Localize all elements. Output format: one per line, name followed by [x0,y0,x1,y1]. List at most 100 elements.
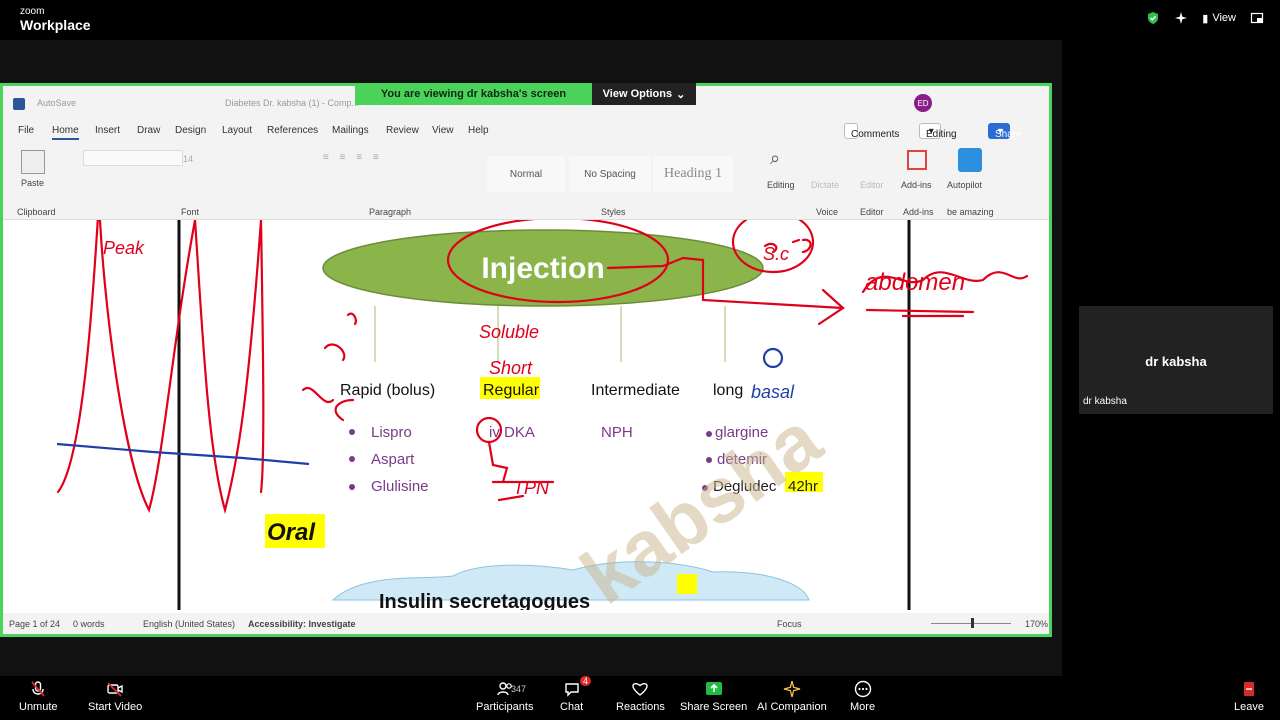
group-editor: Editor [860,207,884,217]
share-screen-icon [705,682,722,695]
word-icon [13,98,25,110]
menu-help[interactable]: Help [468,125,489,136]
unmute-button[interactable]: Unmute [19,680,58,713]
menu-view[interactable]: View [432,125,454,136]
chat-button[interactable]: Chat [560,680,583,713]
rapid-lispro: Lispro [371,424,412,441]
shield-icon[interactable] [1146,11,1160,25]
dictate-label[interactable]: Dictate [811,180,839,190]
word-ribbon: Paste 14 ≡ ≡ ≡ ≡ Normal No Spacing Headi… [3,142,1049,220]
accessibility[interactable]: Accessibility: Investigate [248,619,356,629]
menu-mailings[interactable]: Mailings [332,125,369,136]
zoom-logo: zoom Workplace [20,6,91,33]
menu-references[interactable]: References [267,125,318,136]
annotation-tpn: TPN [513,478,550,498]
brand-big: Workplace [20,17,91,33]
group-voice: Voice [816,207,839,217]
editing-mode-button[interactable]: Editing ▾ [919,123,957,140]
view-options-button[interactable]: View Options ⌄ [592,83,696,105]
font-size-box[interactable]: 14 [183,154,193,164]
page-count[interactable]: Page 1 of 24 [9,619,60,629]
menu-draw[interactable]: Draw [137,125,160,136]
leave-label: Leave [1234,701,1264,713]
group-addins: Add-ins [903,207,934,217]
reactions-label: Reactions [616,701,665,713]
annotation-peak: Peak [103,238,145,258]
font-name-box[interactable] [83,150,183,166]
intermediate-nph: NPH [601,424,633,441]
chat-label: Chat [560,701,584,713]
group-clipboard: Clipboard [17,207,56,217]
style-normal[interactable]: Normal [487,156,565,192]
word-count[interactable]: 0 words [73,619,105,629]
paste-label[interactable]: Paste [21,178,44,188]
language[interactable]: English (United States) [143,619,235,629]
share-label: Share [995,129,1022,140]
video-off-icon [107,682,123,697]
share-button[interactable]: Share ▾ [988,123,1022,140]
document-canvas[interactable]: Injection Rapid (bolus) Regular Intermed… [3,220,1049,610]
share-screen-label: Share Screen [680,701,748,713]
autosave-toggle[interactable]: AutoSave [37,98,76,108]
editing-label[interactable]: Editing [767,180,795,190]
leave-button[interactable]: Leave [1234,680,1264,713]
editor-label[interactable]: Editor [860,180,884,190]
shared-screen[interactable]: AutoSave Diabetes Dr. kabsha (1) - Comp.… [0,83,1052,637]
annotation-abdomen: abdomen [865,269,965,296]
start-video-button[interactable]: Start Video [88,680,142,713]
reactions-button[interactable]: Reactions [616,680,665,713]
style-no-spacing[interactable]: No Spacing [569,156,651,192]
menu-layout[interactable]: Layout [222,125,252,136]
addins-icon[interactable] [907,150,927,170]
annotation-sc: S.c [763,244,789,264]
menu-design[interactable]: Design [175,125,206,136]
category-rapid: Rapid (bolus) [340,382,435,399]
paragraph-icons[interactable]: ≡ ≡ ≡ ≡ [323,152,383,163]
document-title: Diabetes Dr. kabsha (1) - Comp... [225,98,360,108]
search-icon[interactable]: ⌕ [770,148,780,169]
menu-home[interactable]: Home [52,125,79,140]
rapid-aspart: Aspart [371,451,415,468]
unmute-label: Unmute [19,701,58,713]
chevron-down-icon: ⌄ [676,88,686,101]
injection-label: Injection [481,252,604,285]
menu-review[interactable]: Review [386,125,419,136]
participant-tile[interactable]: dr kabsha dr kabsha [1079,306,1273,414]
avatar[interactable]: ED [914,94,932,112]
view-label: View [1212,12,1236,24]
category-long: long [713,382,743,399]
zoom-toolbar: Unmute Start Video 347 Participants 4 Ch… [0,676,1280,720]
chat-icon [564,683,579,697]
ai-companion-label: AI Companion [757,701,827,713]
zoom-slider-thumb[interactable] [971,618,974,628]
zoom-level[interactable]: 170% [1025,619,1048,629]
menu-file[interactable]: File [18,125,34,136]
participant-name: dr kabsha [1145,354,1207,369]
focus-button[interactable]: Focus [777,619,802,629]
rapid-glulisine: Glulisine [371,478,429,495]
menu-insert[interactable]: Insert [95,125,120,136]
annotation-basal: basal [751,382,795,402]
share-screen-button[interactable]: Share Screen [680,680,747,713]
addins-label[interactable]: Add-ins [901,180,932,190]
microphone-muted-icon [31,681,45,697]
comments-label: Comments [851,129,900,140]
autopilot-label[interactable]: Autopilot [947,180,982,190]
more-button[interactable]: More [850,680,875,713]
category-intermediate: Intermediate [591,382,680,399]
window-icon[interactable] [1250,11,1264,25]
group-font: Font [181,207,200,217]
comments-button[interactable]: Comments [844,123,899,140]
brand-small: zoom [20,6,45,17]
sparkle-icon[interactable] [1174,11,1188,25]
ai-companion-button[interactable]: AI Companion [757,680,827,713]
participants-button[interactable]: Participants [476,680,533,713]
style-heading-1[interactable]: Heading 1 [653,156,733,192]
paste-icon[interactable] [21,150,45,174]
view-button[interactable]: ▮ View [1202,12,1236,25]
viewing-text: You are viewing dr kabsha's screen [355,83,592,105]
group-paragraph: Paragraph [369,207,412,217]
annotation-short: Short [489,358,533,378]
category-regular: Regular [483,382,540,399]
autopilot-icon[interactable] [958,148,982,172]
